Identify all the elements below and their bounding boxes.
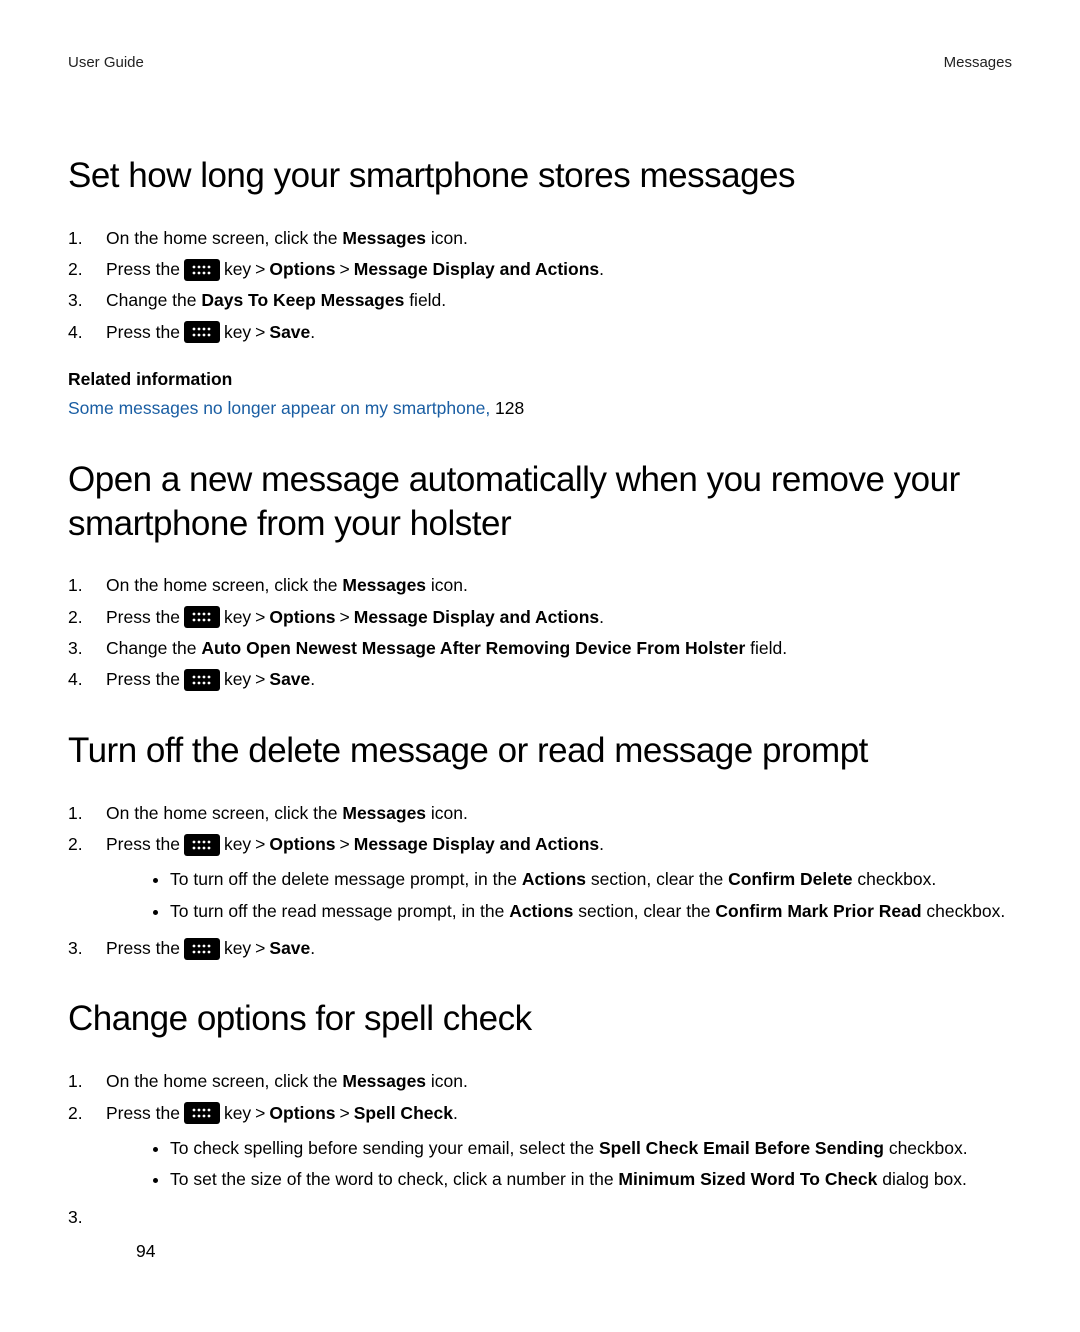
step-number: 3. [68,1205,106,1230]
section2-heading: Open a new message automatically when yo… [68,458,1012,546]
menu-key-icon [184,321,220,343]
menu-key-icon [184,938,220,960]
sub-bullets: To check spelling before sending your em… [106,1136,1012,1193]
list-item: 3. [68,1205,1012,1230]
step-text: On the home screen, click the Messages i… [106,1069,1012,1094]
step-number: 3. [68,936,106,961]
step-number: 4. [68,320,106,345]
menu-key-icon [184,606,220,628]
sub-bullets: To turn off the delete message prompt, i… [106,867,1012,924]
step-number: 2. [68,1101,106,1126]
list-item: 3. Change the Auto Open Newest Message A… [68,636,1012,661]
section1-steps: 1. On the home screen, click the Message… [68,226,1012,346]
list-item: 1. On the home screen, click the Message… [68,226,1012,251]
list-item: To turn off the read message prompt, in … [170,899,1012,924]
step-number: 2. [68,257,106,282]
step-text: On the home screen, click the Messages i… [106,801,1012,826]
step-number: 3. [68,636,106,661]
list-item: To set the size of the word to check, cl… [170,1167,1012,1192]
section4-steps: 1. On the home screen, click the Message… [68,1069,1012,1230]
step-number: 2. [68,832,106,857]
list-item: 4. Press the key > Save. [68,667,1012,692]
step-text: On the home screen, click the Messages i… [106,226,1012,251]
list-item: 2. Press the key > Options> Spell Check.… [68,1101,1012,1199]
list-item: 3. Change the Days To Keep Messages fiel… [68,288,1012,313]
step-text: Press the key > Save. [106,667,1012,692]
step-number: 1. [68,573,106,598]
menu-key-icon [184,834,220,856]
step-text: Change the Days To Keep Messages field. [106,288,1012,313]
step-number: 1. [68,801,106,826]
list-item: 2. Press the key > Options> Message Disp… [68,832,1012,930]
list-item: To turn off the delete message prompt, i… [170,867,1012,892]
list-item: 3. Press the key > Save. [68,936,1012,961]
list-item: 2. Press the key > Options> Message Disp… [68,605,1012,630]
menu-key-icon [184,1102,220,1124]
menu-key-icon [184,259,220,281]
step-text: Change the Auto Open Newest Message Afte… [106,636,1012,661]
related-link-page: 128 [490,398,524,418]
list-item: To check spelling before sending your em… [170,1136,1012,1161]
step-text: Press the key > Options> Message Display… [106,832,1012,930]
page-number: 94 [136,1239,155,1264]
related-link[interactable]: Some messages no longer appear on my sma… [68,398,490,418]
step-text: Press the key > Options> Message Display… [106,257,1012,282]
list-item: 1. On the home screen, click the Message… [68,801,1012,826]
step-text: On the home screen, click the Messages i… [106,573,1012,598]
section4-heading: Change options for spell check [68,997,1012,1041]
list-item: 1. On the home screen, click the Message… [68,573,1012,598]
section1-heading: Set how long your smartphone stores mess… [68,154,1012,198]
step-number: 3. [68,288,106,313]
header-right: Messages [944,52,1012,74]
related-info-link-row: Some messages no longer appear on my sma… [68,396,1012,421]
step-number: 2. [68,605,106,630]
step-text: Press the key > Save. [106,936,1012,961]
list-item: 1. On the home screen, click the Message… [68,1069,1012,1094]
header-left: User Guide [68,52,144,74]
step-number: 1. [68,226,106,251]
step-text: Press the key > Options> Spell Check. To… [106,1101,1012,1199]
step-text: Press the key > Save. [106,320,1012,345]
section3-steps: 1. On the home screen, click the Message… [68,801,1012,962]
section2-steps: 1. On the home screen, click the Message… [68,573,1012,693]
section3-heading: Turn off the delete message or read mess… [68,729,1012,773]
step-number: 4. [68,667,106,692]
step-text: Press the key > Options> Message Display… [106,605,1012,630]
related-info-heading: Related information [68,367,1012,392]
list-item: 2. Press the key > Options> Message Disp… [68,257,1012,282]
menu-key-icon [184,669,220,691]
page-header: User Guide Messages [68,52,1012,74]
list-item: 4. Press the key > Save. [68,320,1012,345]
step-number: 1. [68,1069,106,1094]
